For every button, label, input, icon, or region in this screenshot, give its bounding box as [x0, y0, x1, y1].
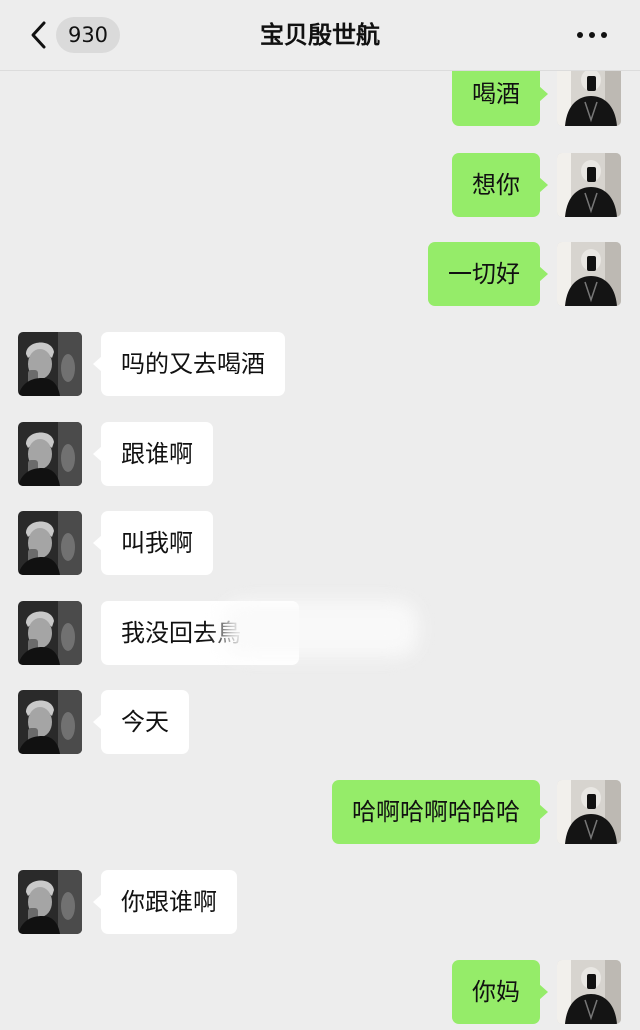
self-avatar[interactable]: [557, 780, 621, 844]
back-button[interactable]: [26, 18, 54, 52]
message-row: 你跟谁啊: [0, 870, 640, 934]
chat-header: 930 宝贝殷世航: [0, 0, 640, 71]
message-row: 吗的又去喝酒: [0, 332, 640, 396]
self-avatar[interactable]: [557, 960, 621, 1024]
contact-avatar[interactable]: [18, 870, 82, 934]
contact-avatar[interactable]: [18, 422, 82, 486]
message-bubble-received[interactable]: 今天: [93, 690, 189, 754]
message-bubble-sent[interactable]: 你妈: [452, 960, 548, 1024]
message-row: 想你: [0, 153, 640, 217]
more-dots-icon: [577, 32, 607, 38]
contact-avatar[interactable]: [18, 690, 82, 754]
message-bubble-received[interactable]: 跟谁啊: [93, 422, 213, 486]
message-row: 跟谁啊: [0, 422, 640, 486]
message-row: 叫我啊: [0, 511, 640, 575]
message-row: 你妈: [0, 960, 640, 1024]
chat-area[interactable]: 喝酒 想你 一切好 吗的又去喝酒 跟谁啊 叫我啊 我没回去鳥 今天 哈啊哈啊哈哈…: [0, 0, 640, 1030]
message-bubble-sent[interactable]: 喝酒: [452, 62, 548, 126]
message-bubble-sent[interactable]: 哈啊哈啊哈哈哈: [332, 780, 548, 844]
blurred-region: [222, 601, 418, 657]
message-bubble-sent[interactable]: 一切好: [428, 242, 548, 306]
self-avatar[interactable]: [557, 153, 621, 217]
message-row: 喝酒: [0, 62, 640, 126]
contact-avatar[interactable]: [18, 511, 82, 575]
chevron-left-icon: [31, 21, 46, 49]
unread-count-badge[interactable]: 930: [56, 17, 120, 53]
message-bubble-sent[interactable]: 想你: [452, 153, 548, 217]
self-avatar[interactable]: [557, 62, 621, 126]
contact-avatar[interactable]: [18, 332, 82, 396]
message-bubble-received[interactable]: 吗的又去喝酒: [93, 332, 285, 396]
message-bubble-received[interactable]: 你跟谁啊: [93, 870, 237, 934]
message-row: 一切好: [0, 242, 640, 306]
message-bubble-received[interactable]: 叫我啊: [93, 511, 213, 575]
self-avatar[interactable]: [557, 242, 621, 306]
more-button[interactable]: [572, 22, 612, 48]
contact-avatar[interactable]: [18, 601, 82, 665]
message-row: 哈啊哈啊哈哈哈: [0, 780, 640, 844]
message-row: 今天: [0, 690, 640, 754]
